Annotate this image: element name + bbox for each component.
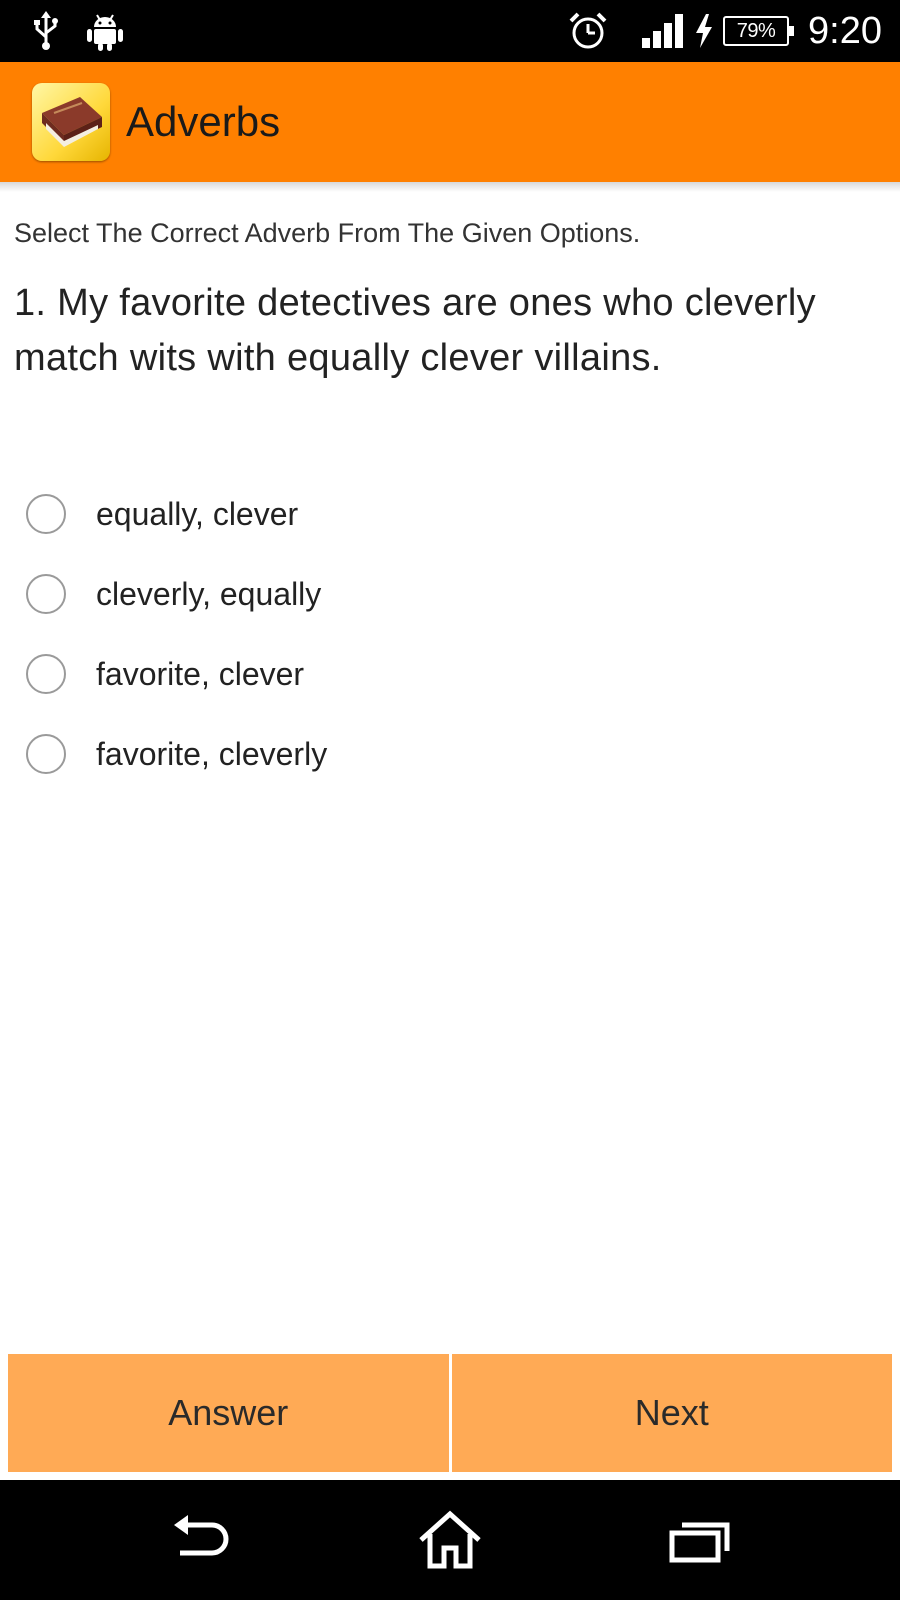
status-time: 9:20 <box>808 9 882 52</box>
status-bar: 79% 9:20 <box>0 0 900 62</box>
button-row: Answer Next <box>8 1354 892 1472</box>
option-item[interactable]: cleverly, equally <box>0 554 900 634</box>
signal-icon <box>640 0 686 62</box>
option-label: equally, clever <box>96 495 299 532</box>
navigation-bar <box>0 1480 900 1600</box>
next-button[interactable]: Next <box>451 1354 892 1472</box>
option-label: cleverly, equally <box>96 575 322 612</box>
book-app-icon[interactable] <box>32 83 110 161</box>
radio-button[interactable] <box>26 734 66 774</box>
radio-button[interactable] <box>26 494 66 534</box>
option-label: favorite, clever <box>96 655 305 692</box>
charging-icon <box>694 0 714 62</box>
battery-icon: 79% <box>718 0 794 62</box>
screen: 79% 9:20 Adverbs Select The Correct Adve… <box>0 0 900 1600</box>
instruction-text: Select The Correct Adverb From The Given… <box>14 218 641 248</box>
answer-button[interactable]: Answer <box>8 1354 449 1472</box>
action-bar-shadow <box>0 182 900 192</box>
radio-button[interactable] <box>26 654 66 694</box>
alarm-icon <box>566 0 610 62</box>
action-bar: Adverbs <box>0 62 900 182</box>
question-text: 1. My favorite detectives are ones who c… <box>14 282 816 379</box>
home-icon[interactable] <box>390 1480 510 1600</box>
recents-icon[interactable] <box>640 1480 760 1600</box>
option-item[interactable]: equally, clever <box>0 474 900 554</box>
android-icon <box>84 0 126 62</box>
options-group: equally, clever cleverly, equally favori… <box>0 474 900 794</box>
back-icon[interactable] <box>140 1480 260 1600</box>
battery-percent: 79% <box>723 16 794 46</box>
option-item[interactable]: favorite, clever <box>0 634 900 714</box>
option-item[interactable]: favorite, cleverly <box>0 714 900 794</box>
option-label: favorite, cleverly <box>96 735 328 772</box>
radio-button[interactable] <box>26 574 66 614</box>
usb-icon <box>28 0 64 62</box>
app-title: Adverbs <box>126 98 281 145</box>
